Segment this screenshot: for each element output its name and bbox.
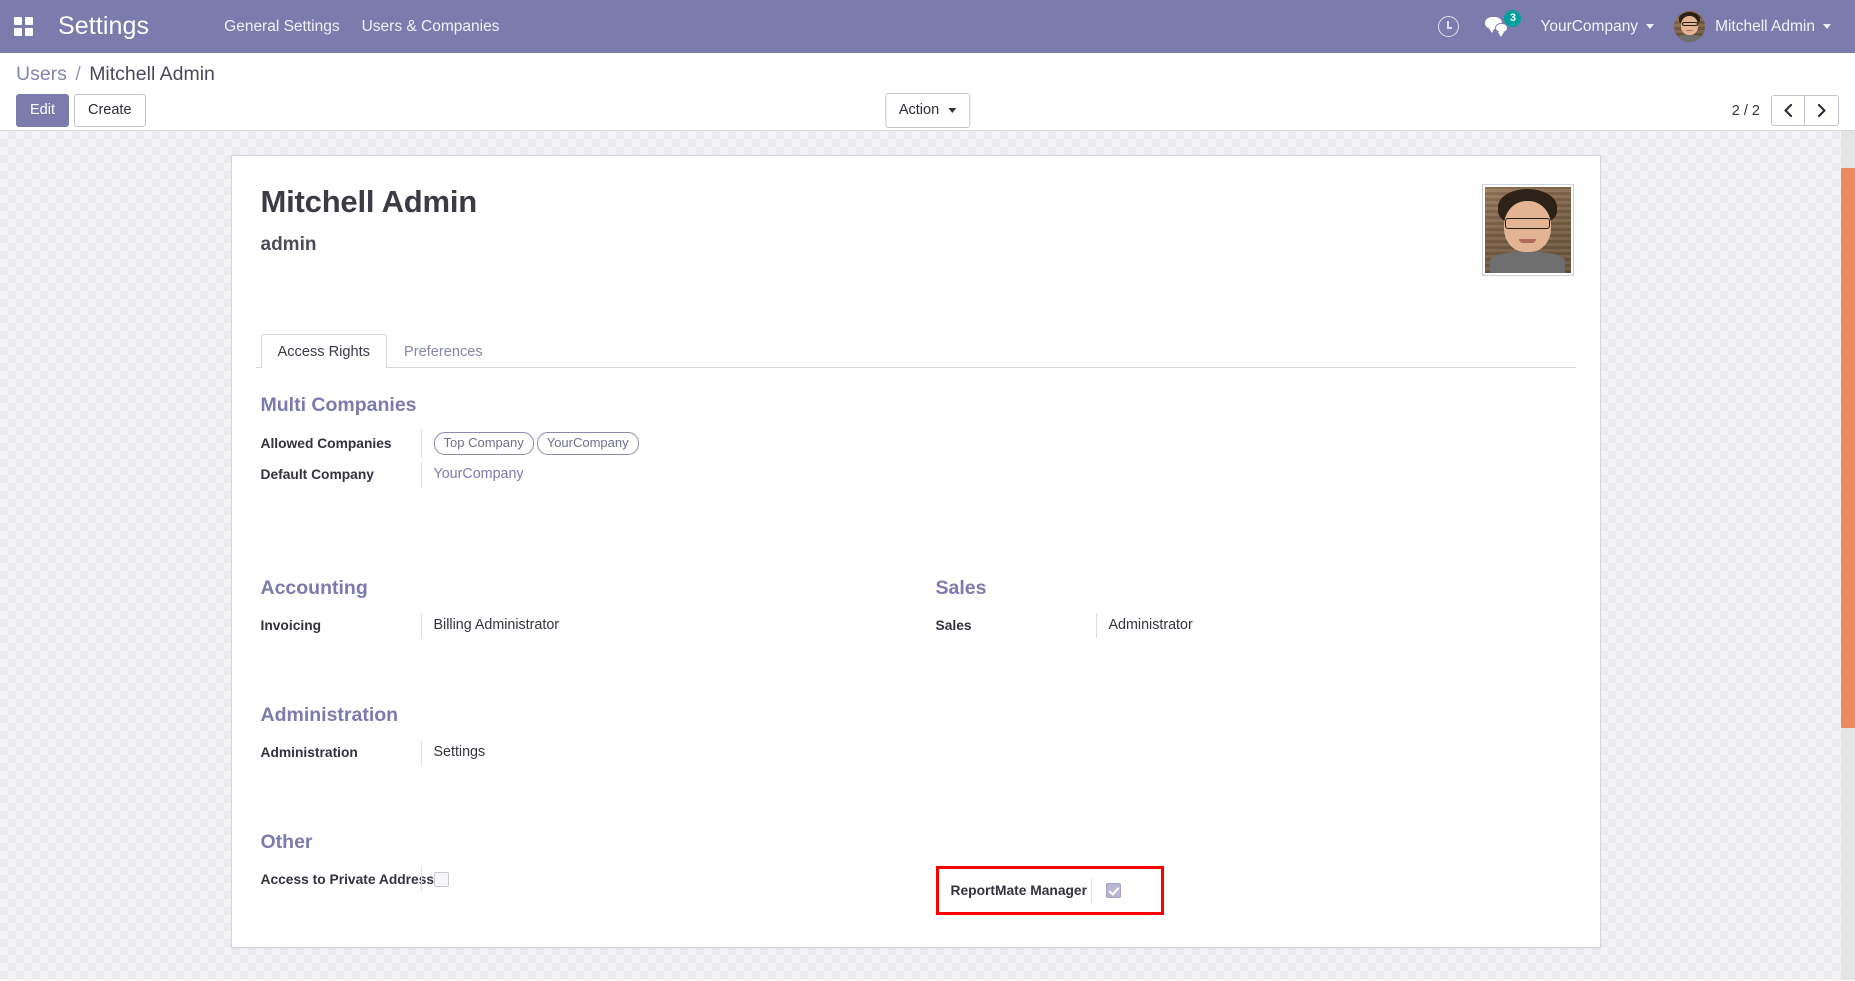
groups-row-accounting-sales: Accounting Invoicing Billing Administrat…: [256, 551, 1576, 644]
chevron-down-icon: [1646, 24, 1654, 29]
messaging-menu-button[interactable]: 3: [1472, 0, 1524, 53]
pager: 2 / 2: [1732, 95, 1839, 126]
field-label-administration: Administration: [261, 745, 421, 760]
app-brand-title[interactable]: Settings: [58, 12, 149, 41]
avatar: [1674, 11, 1705, 42]
group-title-multi-companies: Multi Companies: [261, 394, 896, 417]
field-label-reportmate-manager: ReportMate Manager: [951, 883, 1091, 898]
chevron-left-icon: [1784, 104, 1792, 117]
chevron-right-icon: [1818, 104, 1826, 117]
field-label-access-private-addresses: Access to Private Addresses: [261, 872, 421, 887]
vertical-scrollbar-track[interactable]: [1841, 131, 1855, 980]
company-tag[interactable]: YourCompany: [537, 432, 639, 455]
group-title-sales: Sales: [936, 577, 1571, 600]
field-label-allowed-companies: Allowed Companies: [261, 436, 421, 451]
record-header: Mitchell Admin admin: [256, 184, 1576, 276]
field-administration: Administration Settings: [261, 739, 896, 766]
control-panel: Users / Mitchell Admin Edit Create Actio…: [0, 53, 1855, 131]
sheet-area: Mitchell Admin admin Access Rights Pref: [0, 131, 1855, 948]
form-view-container: Mitchell Admin admin Access Rights Pref: [0, 131, 1855, 980]
group-accounting: Accounting Invoicing Billing Administrat…: [261, 577, 896, 642]
nav-menu-users-companies[interactable]: Users & Companies: [351, 12, 511, 42]
groups-row-administration: Administration Administration Settings: [256, 678, 1576, 771]
activity-menu-button[interactable]: [1425, 0, 1472, 53]
default-company-link[interactable]: YourCompany: [434, 466, 524, 482]
company-switcher-label: YourCompany: [1540, 18, 1638, 36]
group-multi-companies: Multi Companies Allowed Companies Top Co…: [261, 394, 896, 491]
field-sales: Sales Administrator: [936, 612, 1571, 639]
record-avatar-image[interactable]: [1482, 184, 1574, 276]
user-menu[interactable]: Mitchell Admin: [1664, 11, 1841, 42]
group-other: Other Access to Private Addresses: [261, 831, 896, 915]
group-placeholder-right: [936, 394, 1571, 493]
group-title-administration: Administration: [261, 704, 896, 727]
company-tag[interactable]: Top Company: [434, 432, 534, 455]
field-label-default-company: Default Company: [261, 467, 421, 482]
field-label-invoicing: Invoicing: [261, 618, 421, 633]
group-title-accounting: Accounting: [261, 577, 896, 600]
field-invoicing: Invoicing Billing Administrator: [261, 612, 896, 639]
field-value-invoicing[interactable]: Billing Administrator: [421, 613, 896, 638]
pager-buttons: [1771, 95, 1839, 126]
reportmate-manager-highlight: ReportMate Manager: [936, 866, 1164, 915]
page-title: Mitchell Admin: [261, 184, 1482, 220]
tab-preferences[interactable]: Preferences: [387, 334, 500, 368]
field-value-allowed-companies[interactable]: Top Company YourCompany: [421, 429, 896, 458]
field-allowed-companies: Allowed Companies Top Company YourCompan…: [261, 429, 896, 458]
edit-button[interactable]: Edit: [16, 94, 69, 127]
group-title-other: Other: [261, 831, 896, 854]
create-button[interactable]: Create: [74, 94, 146, 127]
section-spacer: [256, 644, 1576, 678]
access-private-addresses-checkbox[interactable]: [434, 872, 449, 887]
reportmate-manager-checkbox[interactable]: [1106, 883, 1121, 898]
company-switcher-menu[interactable]: YourCompany: [1530, 18, 1664, 36]
chevron-down-icon: [1823, 24, 1831, 29]
action-dropdown-button[interactable]: Action: [885, 93, 970, 128]
group-placeholder-right: [936, 704, 1571, 771]
apps-menu-button[interactable]: [6, 10, 40, 44]
groups-row-multi-companies: Multi Companies Allowed Companies Top Co…: [256, 368, 1576, 493]
form-notebook-tabs: Access Rights Preferences: [256, 334, 1576, 368]
field-value-reportmate-manager[interactable]: [1091, 878, 1151, 903]
section-spacer: [256, 771, 1576, 805]
tab-access-rights[interactable]: Access Rights: [261, 334, 387, 368]
groups-row-other: Other Access to Private Addresses Report…: [256, 805, 1576, 917]
field-label-sales: Sales: [936, 618, 1096, 633]
navbar-right-zone: 3 YourCompany Mitchell Admin: [1425, 0, 1841, 53]
record-form-sheet: Mitchell Admin admin Access Rights Pref: [231, 155, 1601, 948]
group-sales: Sales Sales Administrator: [936, 577, 1571, 642]
pager-previous-button[interactable]: [1771, 95, 1805, 126]
field-access-private-addresses: Access to Private Addresses: [261, 866, 896, 893]
pager-value: 2 / 2: [1732, 103, 1760, 119]
action-dropdown-label: Action: [899, 100, 939, 120]
group-other-right: ReportMate Manager: [936, 831, 1571, 915]
field-value-access-private-addresses[interactable]: [421, 867, 896, 892]
chevron-down-icon: [948, 108, 956, 113]
messaging-counter-badge: 3: [1504, 10, 1521, 27]
record-login: admin: [261, 234, 1482, 256]
group-administration: Administration Administration Settings: [261, 704, 896, 769]
top-navbar: Settings General Settings Users & Compan…: [0, 0, 1855, 53]
field-value-sales[interactable]: Administrator: [1096, 613, 1571, 638]
breadcrumb-current: Mitchell Admin: [89, 63, 215, 85]
section-spacer: [256, 493, 1576, 551]
breadcrumb-separator: /: [75, 63, 80, 85]
navbar-menu-list: General Settings Users & Companies: [213, 12, 510, 42]
breadcrumb-item-users[interactable]: Users: [16, 63, 67, 85]
control-panel-buttons-row: Edit Create Action 2 / 2: [16, 94, 1839, 127]
user-menu-label: Mitchell Admin: [1715, 18, 1815, 36]
vertical-scrollbar-thumb[interactable]: [1841, 168, 1855, 728]
control-panel-center-zone: Action: [885, 93, 970, 128]
nav-menu-general-settings[interactable]: General Settings: [213, 12, 350, 42]
field-value-default-company[interactable]: YourCompany: [421, 462, 896, 487]
record-title-block: Mitchell Admin admin: [256, 184, 1482, 256]
clock-icon: [1438, 16, 1459, 37]
pager-next-button[interactable]: [1805, 95, 1839, 126]
field-value-administration[interactable]: Settings: [421, 740, 896, 765]
field-default-company: Default Company YourCompany: [261, 461, 896, 488]
breadcrumb: Users / Mitchell Admin: [16, 53, 1839, 86]
apps-grid-icon: [14, 17, 33, 36]
